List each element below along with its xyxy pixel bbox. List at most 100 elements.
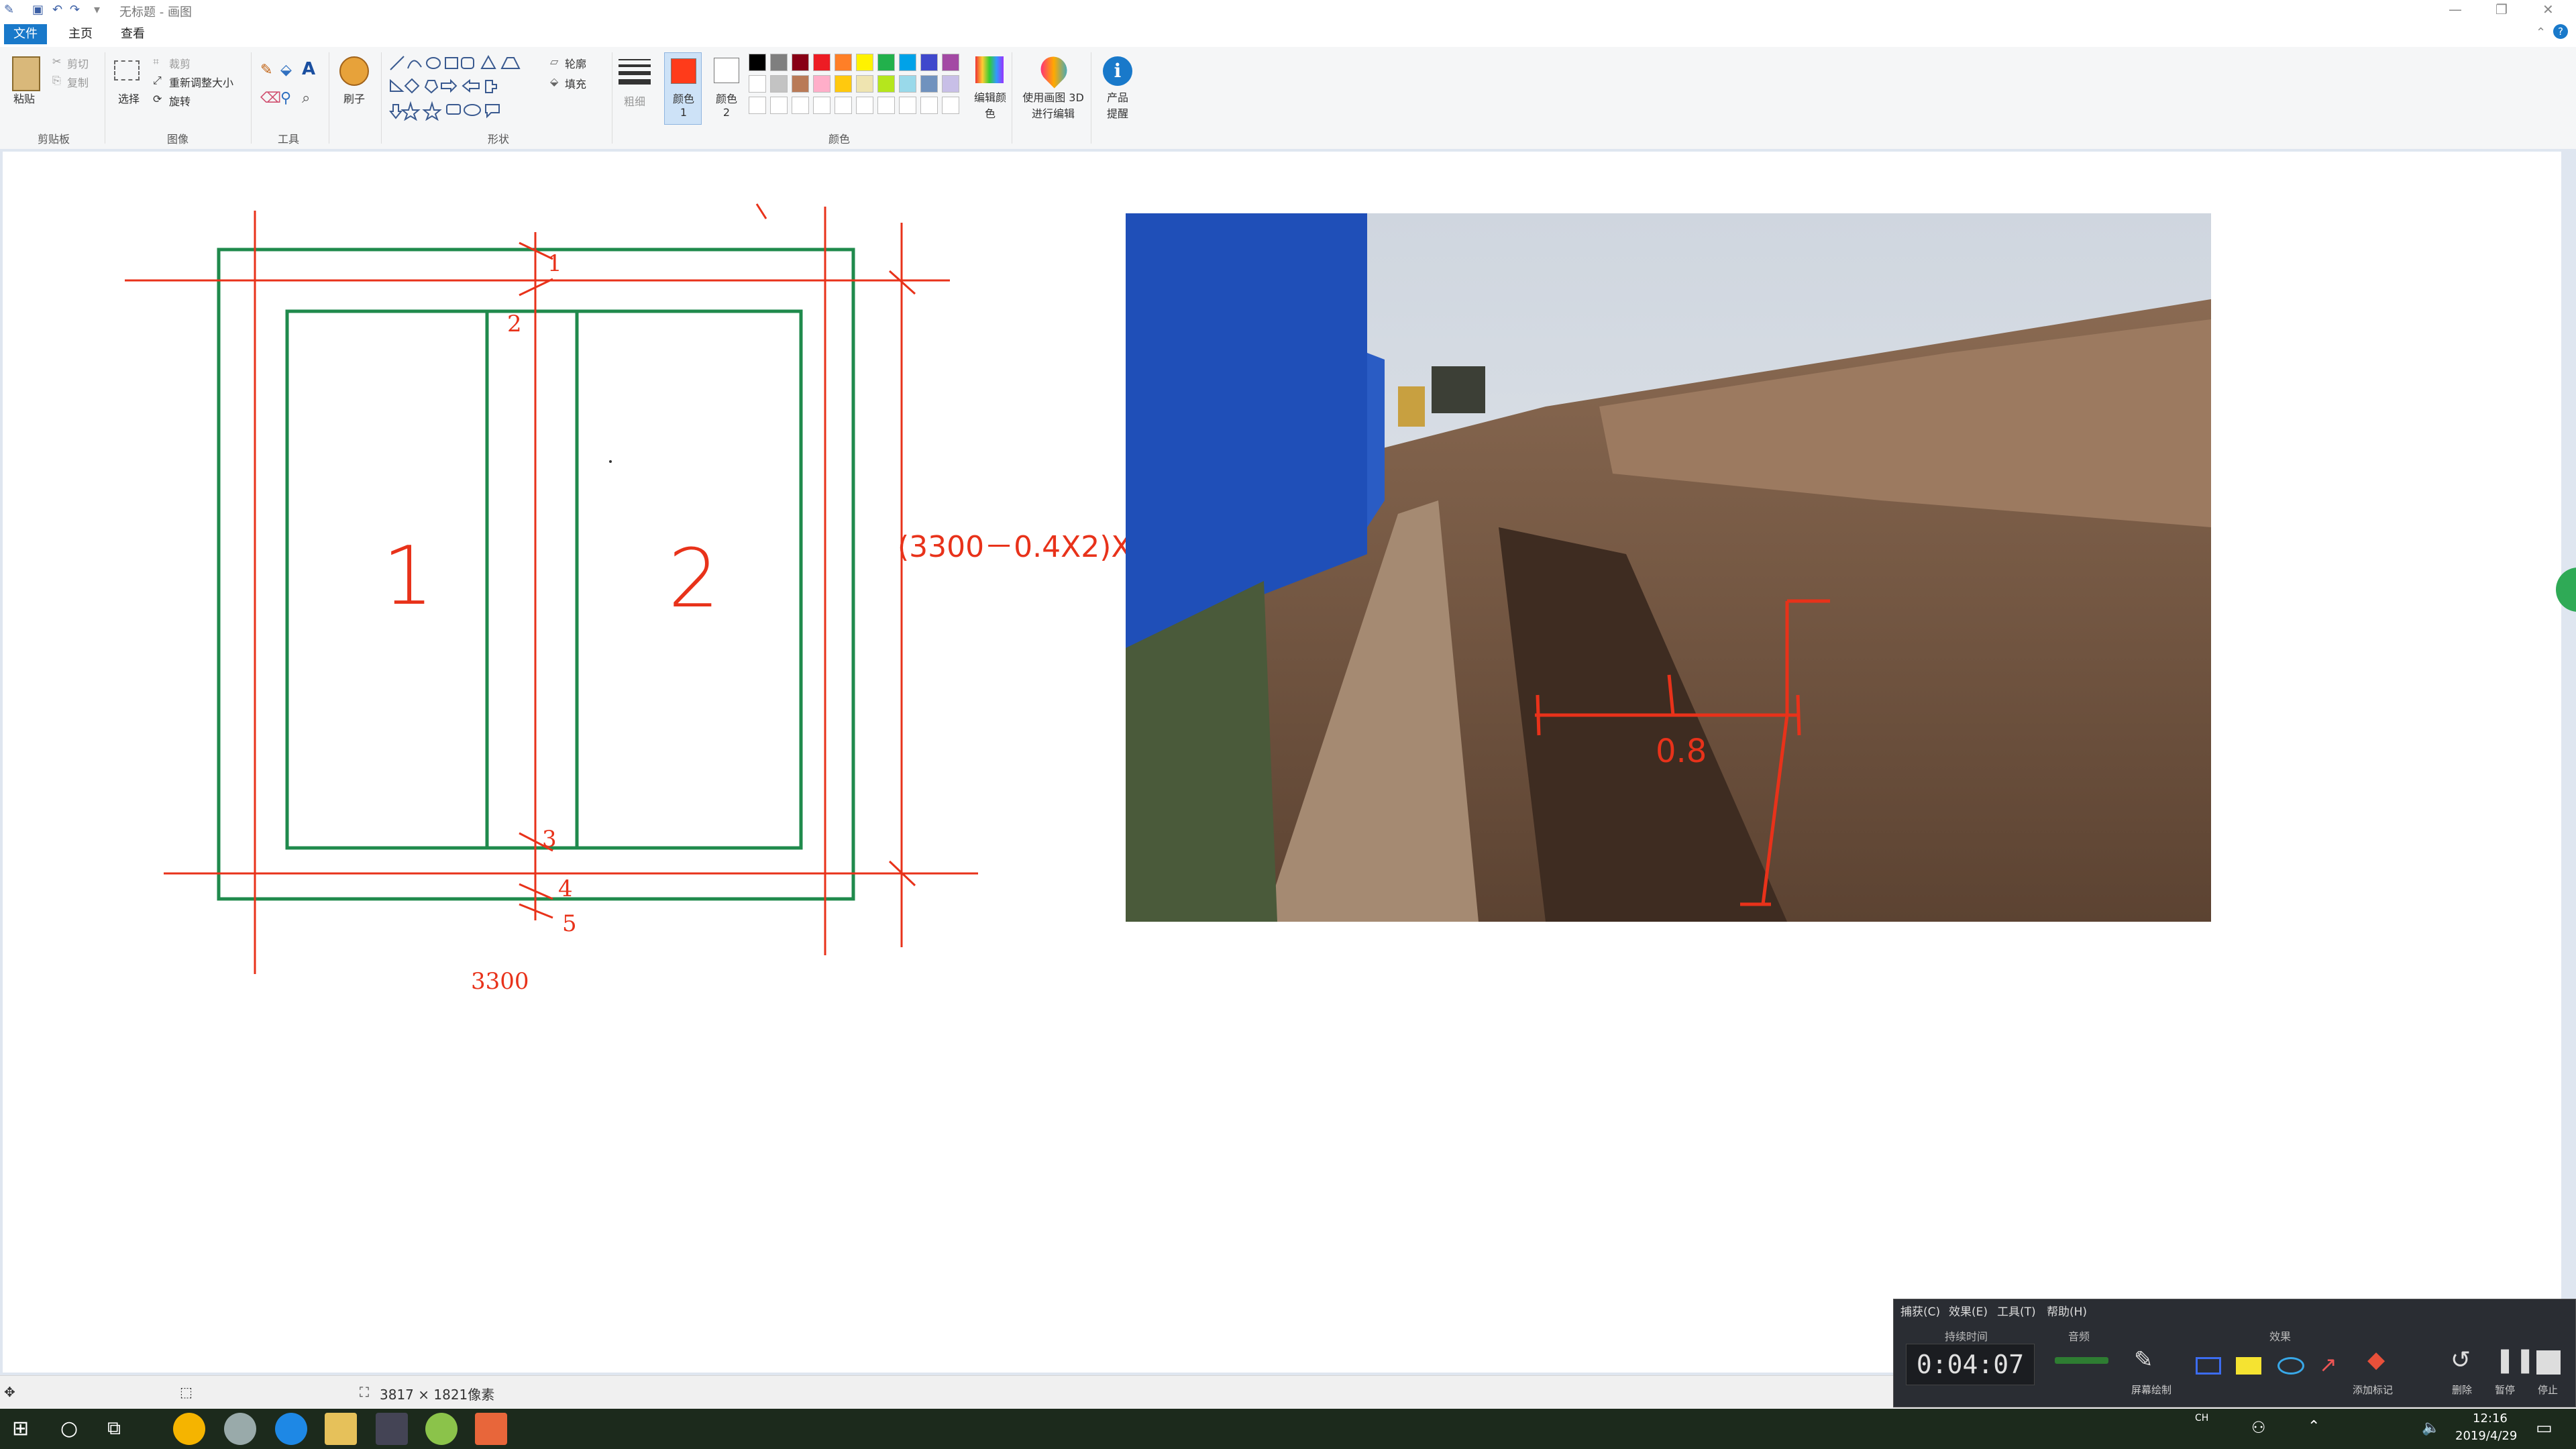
task-view-icon[interactable]: ⧉ xyxy=(107,1417,121,1440)
palette-swatch[interactable] xyxy=(749,75,766,93)
palette-swatch[interactable] xyxy=(877,54,895,71)
select-icon[interactable] xyxy=(114,60,140,80)
shapes-gallery[interactable] xyxy=(388,54,543,121)
taskbar-app-explorer-icon[interactable] xyxy=(325,1413,357,1445)
tray-expand-icon[interactable]: ⌃ xyxy=(2308,1418,2320,1435)
palette-swatch[interactable] xyxy=(942,75,959,93)
palette-swatch[interactable] xyxy=(920,75,938,93)
eraser-icon[interactable]: ⌫ xyxy=(260,90,281,107)
taskbar-app-skype-icon[interactable] xyxy=(275,1413,307,1445)
taskbar-app-paint-icon[interactable] xyxy=(376,1413,408,1445)
save-icon[interactable]: ▣ xyxy=(32,3,44,17)
palette-swatch[interactable] xyxy=(899,54,916,71)
color2-swatch[interactable] xyxy=(714,58,739,83)
palette-swatch[interactable] xyxy=(770,97,788,114)
palette-swatch[interactable] xyxy=(942,97,959,114)
arrow-tool-icon[interactable]: ↗ xyxy=(2319,1352,2337,1377)
palette-swatch[interactable] xyxy=(856,54,873,71)
undo-icon[interactable]: ↶ xyxy=(52,3,62,17)
collapse-ribbon-icon[interactable]: ⌃ xyxy=(2536,25,2546,40)
drawing-canvas[interactable]: 1 2 3 4 5 3300 1 2 (3300－0.4X2)X0.8 0.8 xyxy=(3,152,2576,1373)
tab-home[interactable]: 主页 xyxy=(59,24,102,44)
volume-icon[interactable]: 🔈 xyxy=(2422,1419,2440,1436)
input-language[interactable]: CH xyxy=(2195,1413,2208,1424)
brush-icon[interactable] xyxy=(339,56,369,86)
info-icon[interactable]: i xyxy=(1103,56,1132,86)
recorder-menu-help[interactable]: 帮助(H) xyxy=(2047,1302,2087,1319)
search-icon[interactable]: ○ xyxy=(60,1417,78,1440)
add-marker-icon[interactable]: ◆ xyxy=(2367,1346,2385,1373)
recorder-menu-capture[interactable]: 捕获(C) xyxy=(1900,1302,1940,1319)
color-picker-icon[interactable]: ⚲ xyxy=(280,90,291,107)
edit-colors-icon[interactable] xyxy=(975,56,1004,83)
resize-button[interactable]: 重新调整大小 xyxy=(169,74,233,90)
pause-icon[interactable]: ❚❚ xyxy=(2495,1346,2535,1374)
fill-dropdown[interactable]: 填充 xyxy=(565,75,586,91)
quick-access-dropdown-icon[interactable]: ▾ xyxy=(94,3,100,17)
palette-swatch[interactable] xyxy=(877,97,895,114)
crop-button[interactable]: 裁剪 xyxy=(169,55,191,71)
tab-file[interactable]: 文件 xyxy=(4,24,47,44)
palette-swatch[interactable] xyxy=(813,75,830,93)
audio-level-meter[interactable] xyxy=(2055,1357,2108,1364)
size-icon[interactable] xyxy=(619,59,651,86)
palette-swatch[interactable] xyxy=(813,97,830,114)
palette-swatch[interactable] xyxy=(856,97,873,114)
product-alert-button[interactable]: 产品提醒 xyxy=(1103,89,1132,121)
palette-swatch[interactable] xyxy=(942,54,959,71)
palette-swatch[interactable] xyxy=(899,97,916,114)
paint3d-button[interactable]: 使用画图 3D 进行编辑 xyxy=(1021,89,1085,121)
highlighter-tool-icon[interactable] xyxy=(2236,1357,2261,1375)
palette-swatch[interactable] xyxy=(749,97,766,114)
palette-swatch[interactable] xyxy=(749,54,766,71)
text-icon[interactable]: A xyxy=(302,59,315,79)
fill-shape-icon[interactable]: ⬙ xyxy=(550,75,558,88)
minimize-icon[interactable]: — xyxy=(2449,1,2462,17)
taskbar-app-chrome-icon[interactable] xyxy=(425,1413,458,1445)
notification-icon[interactable]: ▭ xyxy=(2536,1418,2553,1438)
outline-icon[interactable]: ▱ xyxy=(550,55,558,68)
paste-icon[interactable] xyxy=(12,56,40,91)
palette-swatch[interactable] xyxy=(813,54,830,71)
redo-icon[interactable]: ↷ xyxy=(70,3,80,17)
restore-icon[interactable]: ❐ xyxy=(2496,1,2508,17)
pencil-icon[interactable]: ✎ xyxy=(260,62,272,78)
palette-swatch[interactable] xyxy=(792,75,809,93)
rectangle-tool-icon[interactable] xyxy=(2196,1357,2221,1375)
ellipse-tool-icon[interactable] xyxy=(2277,1357,2304,1375)
windows-start-icon[interactable]: ⊞ xyxy=(12,1417,29,1440)
clock-time[interactable]: 12:16 xyxy=(2473,1411,2508,1426)
cut-button[interactable]: 剪切 xyxy=(67,55,89,71)
paste-button[interactable]: 粘贴 xyxy=(13,90,35,106)
paint3d-icon[interactable] xyxy=(1035,51,1073,89)
cut-icon[interactable]: ✂ xyxy=(52,55,61,68)
brush-button[interactable]: 刷子 xyxy=(343,90,365,106)
select-button[interactable]: 选择 xyxy=(118,90,140,106)
crop-icon[interactable]: ⌗ xyxy=(153,55,159,68)
palette-swatch[interactable] xyxy=(792,97,809,114)
taskbar-app-tool-icon[interactable] xyxy=(224,1413,256,1445)
close-icon[interactable]: ✕ xyxy=(2542,1,2554,17)
palette-swatch[interactable] xyxy=(920,54,938,71)
palette-swatch[interactable] xyxy=(920,97,938,114)
fill-icon[interactable]: ⬙ xyxy=(280,62,292,78)
resize-icon[interactable]: ⤢ xyxy=(153,74,162,87)
palette-swatch[interactable] xyxy=(770,54,788,71)
copy-button[interactable]: 复制 xyxy=(67,74,89,90)
palette-swatch[interactable] xyxy=(792,54,809,71)
recorder-menu-tools[interactable]: 工具(T) xyxy=(1997,1302,2036,1319)
tab-view[interactable]: 查看 xyxy=(111,24,154,44)
palette-swatch[interactable] xyxy=(856,75,873,93)
magnifier-icon[interactable]: ⌕ xyxy=(302,90,310,107)
taskbar-app-browser-icon[interactable] xyxy=(173,1413,205,1445)
palette-swatch[interactable] xyxy=(835,97,852,114)
rotate-icon[interactable]: ⟳ xyxy=(153,93,162,105)
palette-swatch[interactable] xyxy=(877,75,895,93)
size-button[interactable]: 粗细 xyxy=(624,93,645,109)
rotate-button[interactable]: 旋转 xyxy=(169,93,191,109)
palette-swatch[interactable] xyxy=(835,75,852,93)
palette-swatch[interactable] xyxy=(899,75,916,93)
clock-date[interactable]: 2019/4/29 xyxy=(2455,1429,2517,1443)
help-icon[interactable]: ? xyxy=(2553,24,2568,39)
people-icon[interactable]: ⚇ xyxy=(2251,1418,2266,1437)
